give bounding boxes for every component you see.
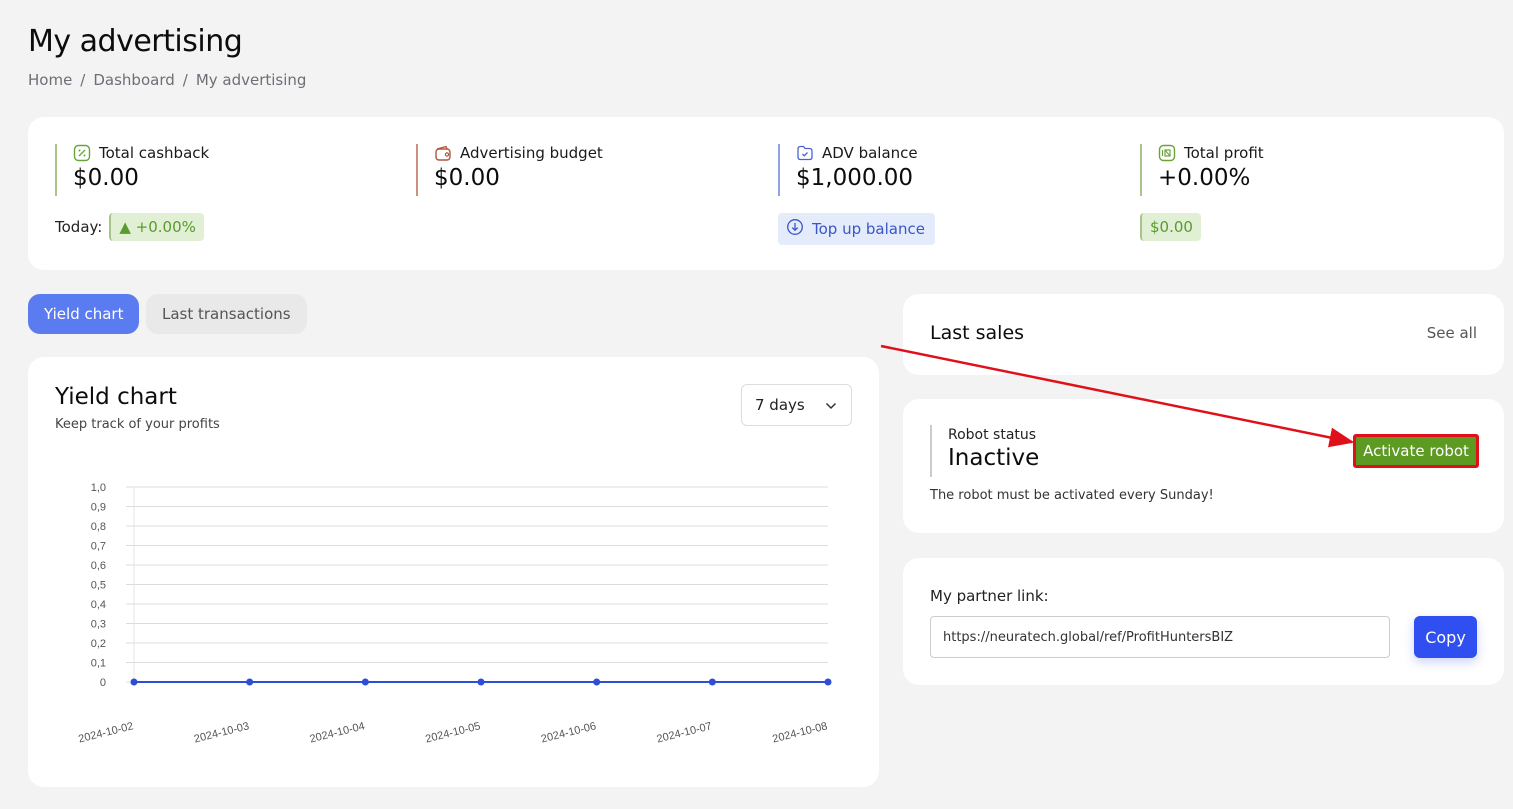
profit-amount-badge: $0.00 bbox=[1140, 213, 1201, 241]
folder-check-icon bbox=[796, 144, 814, 162]
x-tick-label: 2024-10-03 bbox=[193, 720, 251, 745]
breadcrumb-separator: / bbox=[80, 71, 86, 89]
y-tick-label: 0,6 bbox=[91, 560, 106, 572]
y-tick-label: 0,8 bbox=[91, 521, 106, 533]
last-sales-card: Last sales See all bbox=[903, 294, 1504, 375]
data-point bbox=[708, 678, 716, 686]
x-tick-label: 2024-10-06 bbox=[540, 720, 598, 745]
top-up-balance-button[interactable]: Top up balance bbox=[778, 213, 935, 245]
data-point bbox=[246, 678, 254, 686]
data-point bbox=[477, 678, 485, 686]
robot-status-label: Robot status bbox=[948, 427, 1037, 443]
page-title: My advertising bbox=[28, 24, 243, 59]
last-sales-title: Last sales bbox=[930, 322, 1025, 344]
activate-robot-button[interactable]: Activate robot bbox=[1353, 434, 1479, 468]
stat-total-cashback: Total cashback $0.00 bbox=[55, 144, 209, 196]
arrow-down-circle-icon bbox=[786, 218, 804, 240]
breadcrumb-separator: / bbox=[182, 71, 188, 89]
breadcrumb-current: My advertising bbox=[195, 71, 307, 89]
x-tick-label: 2024-10-07 bbox=[656, 720, 714, 745]
today-label: Today: bbox=[55, 218, 103, 236]
y-tick-label: 0,4 bbox=[91, 599, 106, 611]
copy-button[interactable]: Copy bbox=[1414, 616, 1477, 658]
breadcrumb: Home / Dashboard / My advertising bbox=[28, 71, 306, 89]
stat-value: $1,000.00 bbox=[796, 165, 914, 191]
stat-value: $0.00 bbox=[434, 165, 500, 191]
y-tick-label: 0,3 bbox=[91, 619, 106, 631]
profit-icon bbox=[1158, 144, 1176, 162]
x-tick-label: 2024-10-08 bbox=[771, 720, 829, 745]
stat-value: +0.00% bbox=[1158, 165, 1251, 191]
data-point bbox=[824, 678, 832, 686]
robot-status: Robot status Inactive bbox=[930, 425, 1039, 477]
yield-line-chart: 0 0,1 0,2 0,3 0,4 0,5 0,6 0,7 0,8 0,9 1,0 2024-10-0… bbox=[77, 482, 832, 746]
y-tick-label: 0,2 bbox=[91, 638, 106, 650]
breadcrumb-home[interactable]: Home bbox=[28, 71, 72, 89]
stat-label: Total cashback bbox=[99, 144, 210, 162]
y-tick-label: 0,5 bbox=[91, 580, 106, 592]
partner-link-input[interactable] bbox=[930, 616, 1390, 658]
wallet-icon bbox=[434, 144, 452, 162]
robot-status-value: Inactive bbox=[948, 445, 1040, 471]
tab-yield-chart[interactable]: Yield chart bbox=[28, 294, 140, 334]
stat-adv-balance: ADV balance $1,000.00 bbox=[778, 144, 918, 196]
stats-card: Total cashback $0.00 Advertising budget … bbox=[28, 117, 1504, 270]
y-tick-label: 0,7 bbox=[91, 541, 106, 553]
x-tick-label: 2024-10-05 bbox=[424, 720, 482, 745]
stat-total-profit: Total profit +0.00% bbox=[1140, 144, 1264, 196]
data-point bbox=[130, 678, 138, 686]
y-tick-label: 0,9 bbox=[91, 502, 106, 514]
data-point bbox=[593, 678, 601, 686]
stat-label: Advertising budget bbox=[460, 144, 603, 162]
robot-status-card: Robot status Inactive The robot must be … bbox=[903, 399, 1504, 533]
y-tick-label: 1,0 bbox=[91, 482, 106, 494]
partner-link-label: My partner link: bbox=[930, 587, 1049, 605]
data-point bbox=[361, 678, 369, 686]
stat-label: Total profit bbox=[1184, 144, 1264, 162]
breadcrumb-dashboard[interactable]: Dashboard bbox=[93, 71, 174, 89]
stat-advertising-budget: Advertising budget $0.00 bbox=[416, 144, 603, 196]
top-up-label: Top up balance bbox=[812, 220, 925, 238]
y-tick-label: 0 bbox=[100, 677, 106, 689]
robot-note: The robot must be activated every Sunday… bbox=[930, 488, 1214, 503]
tab-last-transactions[interactable]: Last transactions bbox=[146, 294, 307, 334]
yield-chart-card: Yield chart Keep track of your profits 7… bbox=[28, 357, 879, 787]
stat-label: ADV balance bbox=[822, 144, 918, 162]
partner-link-card: My partner link: Copy bbox=[903, 558, 1504, 685]
y-tick-label: 0,1 bbox=[91, 658, 106, 670]
x-tick-label: 2024-10-02 bbox=[77, 720, 135, 745]
today-badge: ▲ +0.00% bbox=[109, 213, 204, 241]
see-all-link[interactable]: See all bbox=[1427, 324, 1477, 342]
today-change: Today: ▲ +0.00% bbox=[55, 213, 204, 241]
stat-value: $0.00 bbox=[73, 165, 139, 191]
x-tick-label: 2024-10-04 bbox=[309, 720, 367, 745]
percent-icon bbox=[73, 144, 91, 162]
